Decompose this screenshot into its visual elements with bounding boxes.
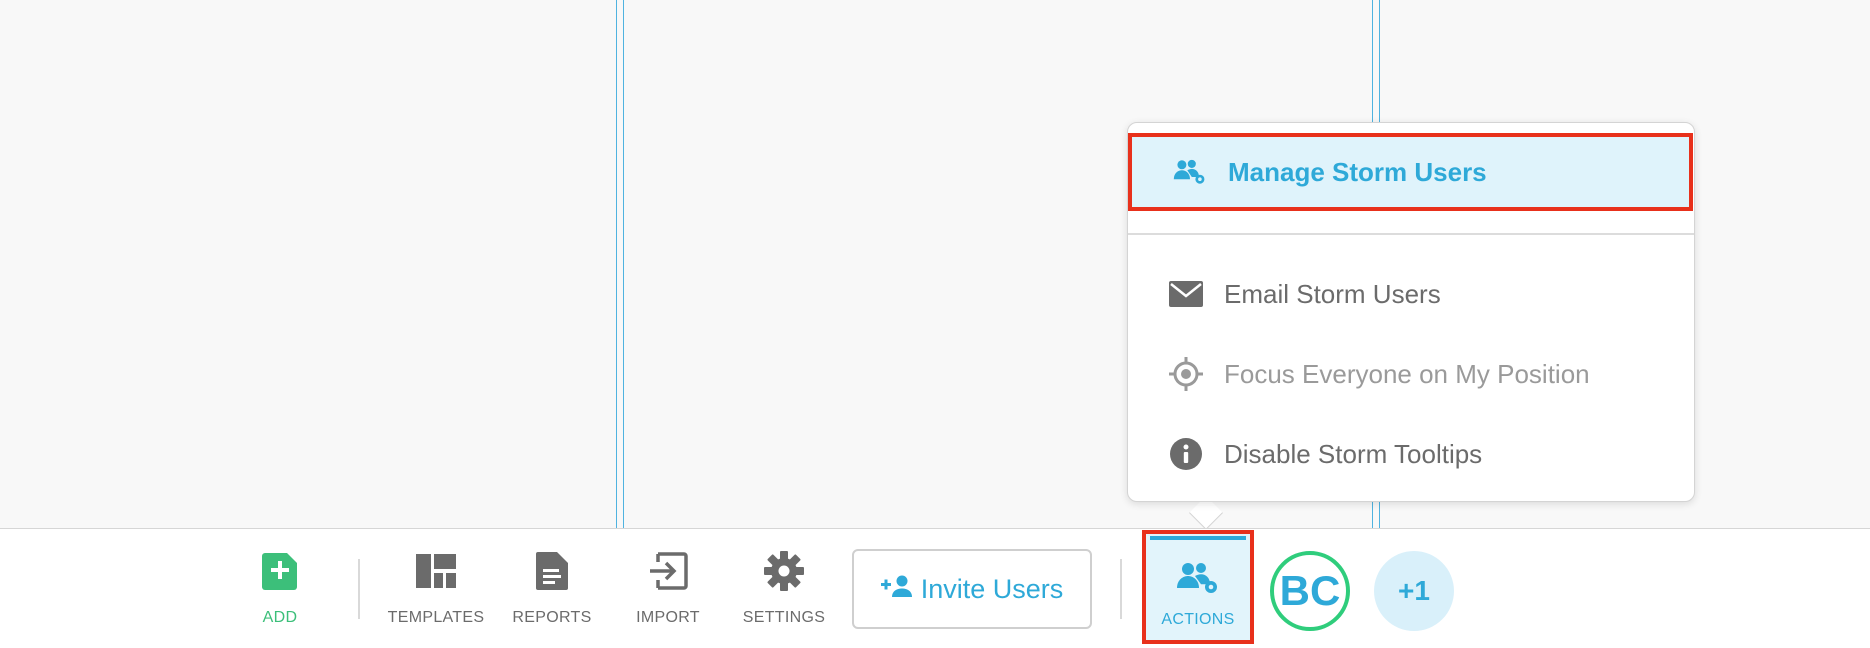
crosshair-icon	[1168, 356, 1204, 392]
menu-item-manage-users[interactable]: Manage Storm Users	[1128, 133, 1693, 211]
add-file-icon	[258, 549, 302, 593]
menu-item-focus-everyone[interactable]: Focus Everyone on My Position	[1128, 339, 1693, 409]
report-document-icon	[530, 549, 574, 593]
reports-button[interactable]: REPORTS	[497, 549, 607, 639]
actions-label: ACTIONS	[1161, 611, 1235, 628]
menu-item-label: Disable Storm Tooltips	[1224, 438, 1483, 469]
templates-button[interactable]: TEMPLATES	[381, 549, 491, 639]
avatar[interactable]: BC	[1270, 551, 1350, 631]
templates-label: TEMPLATES	[387, 609, 485, 626]
active-indicator	[1150, 536, 1246, 540]
menu-item-label: Email Storm Users	[1224, 278, 1441, 309]
bottom-toolbar: ADD TEMPLATES REPORTS IMPORT SETTINGS In…	[0, 528, 1870, 648]
menu-item-disable-tooltips[interactable]: Disable Storm Tooltips	[1128, 419, 1693, 489]
menu-item-label: Focus Everyone on My Position	[1224, 358, 1590, 389]
invite-users-label: Invite Users	[920, 573, 1064, 604]
actions-menu: Manage Storm Users Email Storm Users Foc…	[1127, 122, 1695, 502]
more-users-badge[interactable]: +1	[1374, 551, 1454, 631]
add-button[interactable]: ADD	[225, 549, 335, 639]
envelope-icon	[1168, 276, 1204, 312]
import-icon	[646, 549, 690, 593]
import-button[interactable]: IMPORT	[613, 549, 723, 639]
add-user-icon	[880, 574, 913, 605]
users-gear-icon	[1175, 560, 1221, 601]
add-label: ADD	[262, 609, 298, 626]
import-label: IMPORT	[636, 609, 700, 626]
canvas-guide-line	[616, 0, 624, 530]
toolbar-divider	[358, 559, 360, 619]
settings-button[interactable]: SETTINGS	[729, 549, 839, 639]
actions-button[interactable]: ACTIONS	[1142, 530, 1254, 644]
toolbar-divider	[1120, 559, 1122, 619]
users-gear-icon	[1172, 154, 1208, 190]
invite-users-button[interactable]: Invite Users	[852, 549, 1092, 629]
info-icon	[1168, 436, 1204, 472]
reports-label: REPORTS	[512, 609, 592, 626]
settings-label: SETTINGS	[742, 609, 826, 626]
menu-item-email-users[interactable]: Email Storm Users	[1128, 259, 1693, 329]
menu-separator	[1128, 233, 1694, 235]
gear-icon	[762, 549, 806, 593]
menu-item-label: Manage Storm Users	[1228, 156, 1487, 187]
templates-icon	[414, 549, 458, 593]
